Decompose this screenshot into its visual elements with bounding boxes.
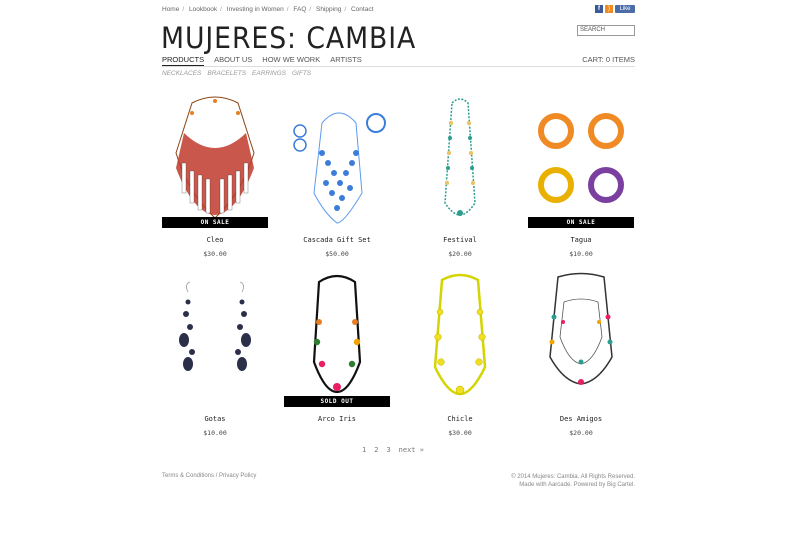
facebook-like-button[interactable]: Like bbox=[615, 5, 635, 13]
product-image[interactable]: ON SALE bbox=[162, 93, 268, 228]
category-necklaces[interactable]: NECKLACES bbox=[162, 70, 201, 77]
nav-how-we-work[interactable]: HOW WE WORK bbox=[262, 55, 320, 66]
product-image[interactable] bbox=[407, 272, 513, 407]
separator: / bbox=[344, 6, 347, 13]
top-nav: Home / Lookbook / Investing in Women / FAQ /… bbox=[162, 6, 373, 13]
page-1[interactable]: 1 bbox=[362, 446, 366, 454]
topnav-lookbook[interactable]: Lookbook bbox=[189, 6, 217, 13]
product-name[interactable]: Des Amigos bbox=[528, 415, 634, 423]
product-price: $10.00 bbox=[203, 429, 227, 437]
nav-artists[interactable]: ARTISTS bbox=[330, 55, 362, 66]
product-price: $50.00 bbox=[325, 250, 349, 258]
terms-link[interactable]: Terms & Conditions bbox=[162, 473, 214, 479]
product-image[interactable] bbox=[162, 272, 268, 407]
product-name[interactable]: Cascada Gift Set bbox=[284, 236, 390, 244]
product-name[interactable]: Arco Iris bbox=[284, 415, 390, 423]
footer-links: Terms & Conditions / Privacy Policy bbox=[162, 473, 256, 479]
nav-products[interactable]: PRODUCTS bbox=[162, 55, 205, 66]
separator: / bbox=[309, 6, 312, 13]
category-gifts[interactable]: GIFTS bbox=[292, 70, 311, 77]
product-card[interactable]: ON SALE Tagua $10.00 bbox=[528, 93, 634, 258]
topnav-shipping[interactable]: Shipping bbox=[316, 6, 341, 13]
product-price: $20.00 bbox=[569, 429, 593, 437]
pagination: 1 2 3 next » bbox=[362, 446, 424, 454]
product-price: $30.00 bbox=[203, 250, 227, 258]
product-price: $20.00 bbox=[448, 250, 472, 258]
site-logo[interactable]: MUJERES: CAMBIA bbox=[161, 21, 416, 55]
product-name[interactable]: Festival bbox=[407, 236, 513, 244]
topnav-home[interactable]: Home bbox=[162, 6, 179, 13]
separator: / bbox=[220, 6, 222, 13]
copyright: © 2014 Mujeres: Cambia. All Rights Reser… bbox=[511, 474, 635, 480]
social-links: f ) Like bbox=[595, 5, 635, 13]
product-name[interactable]: Chicle bbox=[407, 415, 513, 423]
page-2[interactable]: 2 bbox=[374, 446, 378, 454]
product-image[interactable] bbox=[284, 93, 390, 228]
product-image[interactable] bbox=[407, 93, 513, 228]
category-bracelets[interactable]: BRACELETS bbox=[207, 70, 246, 77]
main-nav: PRODUCTS ABOUT US HOW WE WORK ARTISTS bbox=[162, 55, 362, 66]
divider bbox=[162, 66, 635, 67]
credits: Made with Aarcade. Powered by Big Cartel… bbox=[519, 482, 635, 488]
rss-icon[interactable]: ) bbox=[605, 5, 613, 13]
product-card[interactable]: Chicle $30.00 bbox=[407, 272, 513, 437]
product-image[interactable]: ON SALE bbox=[528, 93, 634, 228]
footer-credits: © 2014 Mujeres: Cambia. All Rights Reser… bbox=[511, 473, 635, 489]
product-name[interactable]: Gotas bbox=[162, 415, 268, 423]
category-nav: NECKLACES BRACELETS EARRINGS GIFTS bbox=[162, 70, 311, 77]
product-card[interactable]: Gotas $10.00 bbox=[162, 272, 268, 437]
product-name[interactable]: Tagua bbox=[528, 236, 634, 244]
separator: / bbox=[182, 6, 185, 13]
sold-out-badge: SOLD OUT bbox=[284, 396, 390, 407]
search-input[interactable]: SEARCH bbox=[577, 25, 635, 36]
nav-about-us[interactable]: ABOUT US bbox=[214, 55, 252, 66]
category-earrings[interactable]: EARRINGS bbox=[252, 70, 286, 77]
topnav-contact[interactable]: Contact bbox=[351, 6, 373, 13]
product-card[interactable]: SOLD OUT Arco Iris bbox=[284, 272, 390, 429]
page-3[interactable]: 3 bbox=[386, 446, 390, 454]
product-image[interactable]: SOLD OUT bbox=[284, 272, 390, 407]
product-card[interactable]: Des Amigos $20.00 bbox=[528, 272, 634, 437]
cart-link[interactable]: CART: 0 ITEMS bbox=[582, 55, 635, 64]
sale-badge: ON SALE bbox=[528, 217, 634, 228]
product-card[interactable]: Cascada Gift Set $50.00 bbox=[284, 93, 390, 258]
product-image[interactable] bbox=[528, 272, 634, 407]
topnav-faq[interactable]: FAQ bbox=[293, 6, 306, 13]
product-card[interactable]: ON SALE Cleo $30.00 bbox=[162, 93, 268, 258]
product-price: $30.00 bbox=[448, 429, 472, 437]
next-page-link[interactable]: next » bbox=[399, 446, 424, 454]
product-card[interactable]: Festival $20.00 bbox=[407, 93, 513, 258]
privacy-link[interactable]: Privacy Policy bbox=[219, 473, 256, 479]
facebook-icon[interactable]: f bbox=[595, 5, 603, 13]
page-container: Home / Lookbook / Investing in Women / FAQ /… bbox=[161, 0, 635, 533]
product-price: $10.00 bbox=[569, 250, 593, 258]
product-name[interactable]: Cleo bbox=[162, 236, 268, 244]
separator: / bbox=[286, 6, 289, 13]
topnav-investing[interactable]: Investing in Women bbox=[227, 6, 284, 13]
sale-badge: ON SALE bbox=[162, 217, 268, 228]
